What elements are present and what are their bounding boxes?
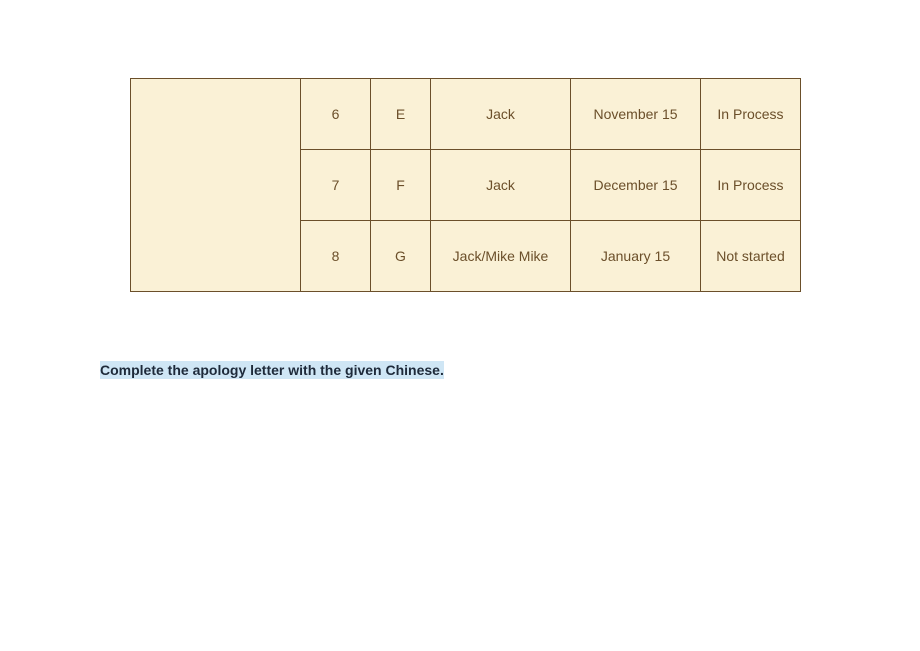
table-row: 6 E Jack November 15 In Process bbox=[131, 79, 801, 150]
cell-person: Jack bbox=[431, 150, 571, 221]
data-table: 6 E Jack November 15 In Process 7 F Jack… bbox=[130, 78, 801, 292]
cell-date: December 15 bbox=[571, 150, 701, 221]
cell-person: Jack bbox=[431, 79, 571, 150]
cell-code: F bbox=[371, 150, 431, 221]
cell-num: 6 bbox=[301, 79, 371, 150]
cell-status: Not started bbox=[701, 221, 801, 292]
instruction-line: Complete the apology letter with the giv… bbox=[100, 362, 820, 380]
cell-status: In Process bbox=[701, 150, 801, 221]
cell-num: 7 bbox=[301, 150, 371, 221]
empty-leading-cell bbox=[131, 79, 301, 292]
instruction-text: Complete the apology letter with the giv… bbox=[100, 361, 444, 379]
cell-status: In Process bbox=[701, 79, 801, 150]
cell-num: 8 bbox=[301, 221, 371, 292]
cell-code: G bbox=[371, 221, 431, 292]
cell-code: E bbox=[371, 79, 431, 150]
cell-person: Jack/Mike Mike bbox=[431, 221, 571, 292]
cell-date: November 15 bbox=[571, 79, 701, 150]
cell-date: January 15 bbox=[571, 221, 701, 292]
